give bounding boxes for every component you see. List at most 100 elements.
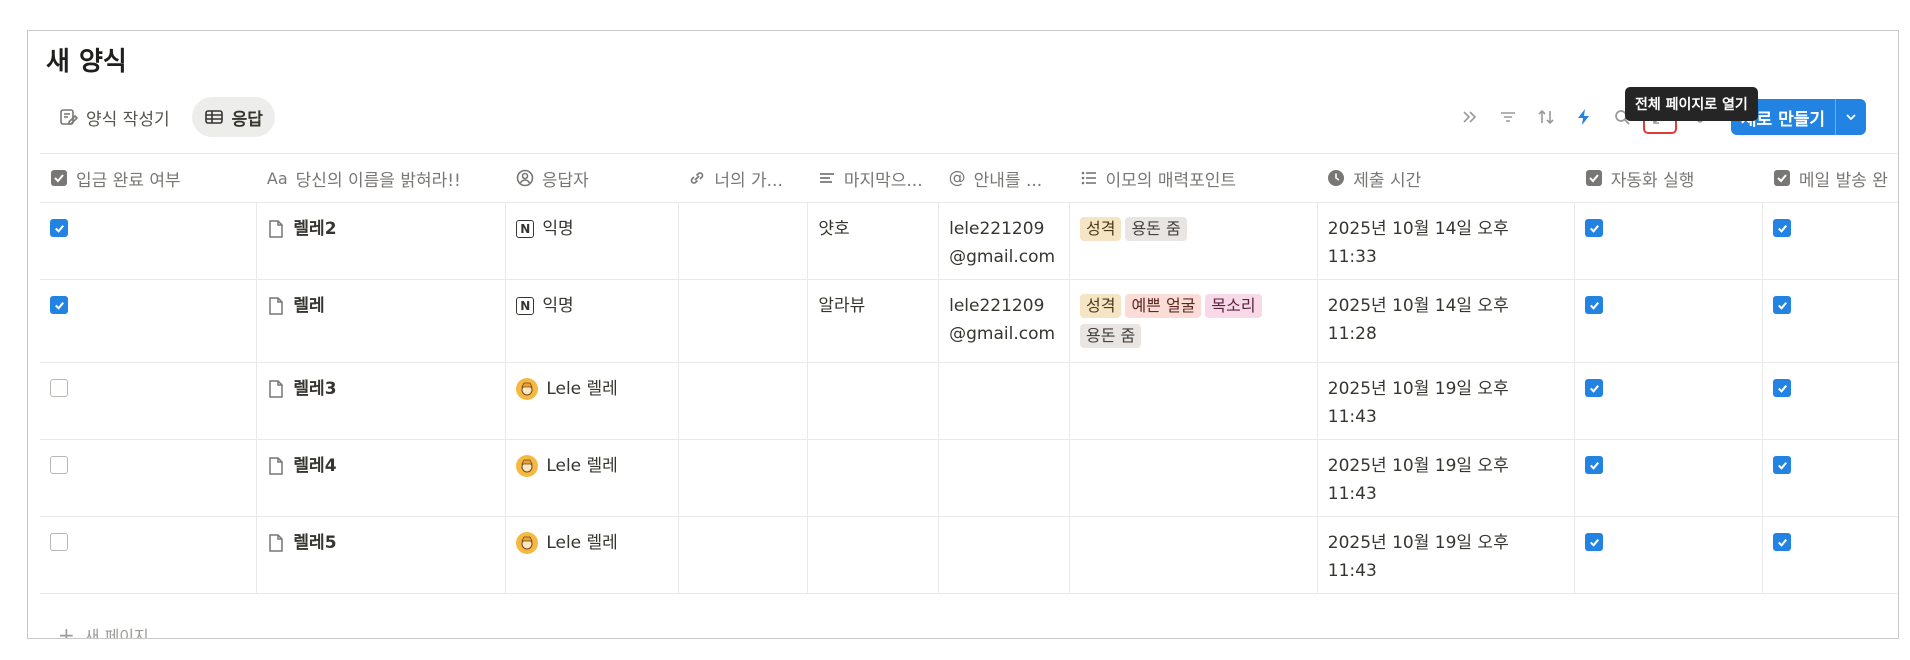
last-cell[interactable] bbox=[807, 516, 940, 594]
row-title[interactable]: 렐레5 bbox=[293, 529, 336, 557]
link-cell[interactable] bbox=[678, 279, 809, 363]
tags-cell[interactable] bbox=[1069, 439, 1318, 517]
checkbox[interactable] bbox=[1585, 296, 1604, 314]
tags-cell[interactable] bbox=[1069, 362, 1318, 440]
mail-cell[interactable] bbox=[1762, 362, 1898, 440]
row-title[interactable]: 렐레3 bbox=[293, 375, 336, 403]
tag: 성격 bbox=[1080, 294, 1122, 318]
column-header[interactable]: 응답자 bbox=[505, 153, 679, 203]
checkbox[interactable] bbox=[50, 456, 68, 474]
column-header[interactable]: @ 안내를 ... bbox=[938, 153, 1070, 203]
respondent-cell[interactable]: Lele 렐레 bbox=[505, 439, 679, 517]
link-cell[interactable] bbox=[678, 362, 809, 440]
column-header[interactable]: 제출 시간 bbox=[1317, 153, 1575, 203]
respondent-cell[interactable]: Lele 렐레 bbox=[505, 362, 679, 440]
tab-label: 양식 작성기 bbox=[86, 109, 170, 130]
paid-cell[interactable] bbox=[40, 439, 258, 517]
at-icon: @ bbox=[948, 168, 966, 188]
mail-cell[interactable] bbox=[1762, 202, 1898, 280]
checkbox[interactable] bbox=[1585, 219, 1604, 237]
name-cell[interactable]: 렐레4 bbox=[256, 439, 507, 517]
automation-cell[interactable] bbox=[1574, 439, 1764, 517]
checkbox[interactable] bbox=[50, 533, 68, 551]
column-label: 자동화 실행 bbox=[1610, 170, 1695, 191]
automation-cell[interactable] bbox=[1574, 362, 1764, 440]
paid-cell[interactable] bbox=[40, 362, 258, 440]
column-header[interactable]: 마지막으... bbox=[807, 153, 939, 203]
mail-cell[interactable] bbox=[1762, 279, 1898, 363]
column-header[interactable]: 너의 가... bbox=[678, 153, 808, 203]
link-cell[interactable] bbox=[678, 202, 809, 280]
mail-cell[interactable] bbox=[1762, 516, 1898, 594]
checkbox[interactable] bbox=[50, 379, 68, 397]
automation-cell[interactable] bbox=[1574, 516, 1764, 594]
automation-cell[interactable] bbox=[1574, 202, 1764, 280]
collapse-chevrons-icon[interactable] bbox=[1453, 100, 1487, 134]
link-cell[interactable] bbox=[678, 516, 809, 594]
table-row[interactable]: 렐레4 Lele 렐레 2025년 10월 19일 오후 11:43 bbox=[40, 439, 1898, 517]
name-cell[interactable]: 렐레3 bbox=[256, 362, 507, 440]
checkbox-icon bbox=[51, 170, 67, 186]
column-header[interactable]: 이모의 매력포인트 bbox=[1069, 153, 1318, 203]
last-cell[interactable]: 얏호 bbox=[807, 202, 940, 280]
automation-bolt-icon[interactable] bbox=[1567, 100, 1601, 134]
checkbox[interactable] bbox=[1773, 533, 1792, 551]
paid-cell[interactable] bbox=[40, 202, 258, 280]
sort-icon[interactable] bbox=[1529, 100, 1563, 134]
table-row[interactable]: 렐레3 Lele 렐레 2025년 10월 19일 오후 11:43 bbox=[40, 362, 1898, 440]
tag: 목소리 bbox=[1205, 294, 1262, 318]
checkbox[interactable] bbox=[50, 219, 68, 237]
checkbox[interactable] bbox=[1585, 379, 1604, 397]
text-aa-icon: Aa bbox=[266, 168, 288, 188]
email-cell[interactable]: lele221209 @gmail.com bbox=[938, 202, 1070, 280]
table-row[interactable]: 렐레5 Lele 렐레 2025년 10월 19일 오후 11:43 bbox=[40, 516, 1898, 594]
link-cell[interactable] bbox=[678, 439, 809, 517]
name-cell[interactable]: 렐레5 bbox=[256, 516, 507, 594]
column-header[interactable]: Aa 당신의 이름을 밝혀라!! bbox=[256, 153, 506, 203]
table-icon bbox=[204, 110, 223, 124]
checkbox[interactable] bbox=[1773, 456, 1792, 474]
mail-cell[interactable] bbox=[1762, 439, 1898, 517]
respondent-cell[interactable]: N 익명 bbox=[505, 202, 679, 280]
email-cell[interactable] bbox=[938, 362, 1070, 440]
name-cell[interactable]: 렐레2 bbox=[256, 202, 507, 280]
table-row[interactable]: 렐레 N 익명 알라뷰 lele221209 @gmail.com 성격 예쁜 얼굴 목소리용돈… bbox=[40, 279, 1898, 363]
row-title[interactable]: 렐레 bbox=[293, 292, 324, 320]
list-icon bbox=[1081, 171, 1096, 185]
last-cell[interactable] bbox=[807, 362, 940, 440]
checkbox[interactable] bbox=[1585, 456, 1604, 474]
column-header[interactable]: 메일 발송 완 bbox=[1762, 153, 1898, 203]
tags-cell[interactable]: 성격 예쁜 얼굴 목소리용돈 줌 bbox=[1069, 279, 1318, 363]
checkbox[interactable] bbox=[1773, 296, 1792, 314]
tab-responses[interactable]: 응답 bbox=[191, 97, 275, 137]
paid-cell[interactable] bbox=[40, 516, 258, 594]
respondent-cell[interactable]: Lele 렐레 bbox=[505, 516, 679, 594]
last-cell[interactable]: 알라뷰 bbox=[807, 279, 940, 363]
tab-label: 응답 bbox=[231, 109, 263, 130]
checkbox-icon bbox=[1585, 170, 1602, 186]
email-cell[interactable] bbox=[938, 439, 1070, 517]
table-row[interactable]: 렐레2 N 익명 얏호 lele221209 @gmail.com 성격 용돈 줌 2025년 … bbox=[40, 202, 1898, 280]
filter-icon[interactable] bbox=[1491, 100, 1525, 134]
checkbox[interactable] bbox=[1585, 533, 1604, 551]
name-cell[interactable]: 렐레 bbox=[256, 279, 507, 363]
email-cell[interactable] bbox=[938, 516, 1070, 594]
last-cell[interactable] bbox=[807, 439, 940, 517]
add-page-label: 새 페이지 bbox=[84, 627, 149, 639]
checkbox[interactable] bbox=[1773, 379, 1792, 397]
add-page-button[interactable]: + 새 페이지 bbox=[58, 623, 149, 639]
respondent-cell[interactable]: N 익명 bbox=[505, 279, 679, 363]
row-title[interactable]: 렐레2 bbox=[293, 215, 336, 243]
column-header[interactable]: 자동화 실행 bbox=[1574, 153, 1763, 203]
checkbox[interactable] bbox=[1773, 219, 1792, 237]
email-cell[interactable]: lele221209 @gmail.com bbox=[938, 279, 1070, 363]
tags-cell[interactable] bbox=[1069, 516, 1318, 594]
chevron-down-icon[interactable] bbox=[1835, 99, 1866, 135]
checkbox[interactable] bbox=[50, 296, 68, 314]
tab-form-builder[interactable]: 양식 작성기 bbox=[46, 97, 182, 137]
automation-cell[interactable] bbox=[1574, 279, 1764, 363]
paid-cell[interactable] bbox=[40, 279, 258, 363]
column-header[interactable]: 입금 완료 여부 bbox=[40, 153, 257, 203]
row-title[interactable]: 렐레4 bbox=[293, 452, 336, 480]
tags-cell[interactable]: 성격 용돈 줌 bbox=[1069, 202, 1318, 280]
